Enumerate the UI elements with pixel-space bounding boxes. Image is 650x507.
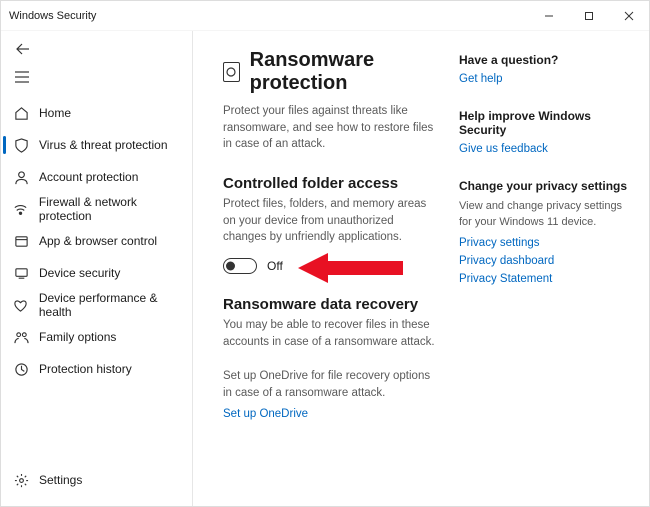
sidebar-item-label: Home — [39, 106, 71, 120]
page-title: Ransomware protection — [250, 49, 435, 95]
device-icon — [13, 265, 29, 281]
cfa-desc: Protect files, folders, and memory areas… — [223, 196, 435, 246]
family-icon — [13, 329, 29, 345]
annotation-arrow — [298, 248, 408, 288]
privacy-settings-link[interactable]: Privacy settings — [459, 237, 629, 249]
titlebar: Windows Security — [1, 1, 649, 31]
window-controls — [529, 1, 649, 30]
sidebar-item-label: Settings — [39, 473, 82, 487]
main-content: Ransomware protection Protect your files… — [193, 31, 649, 506]
privacy-dashboard-link[interactable]: Privacy dashboard — [459, 255, 629, 267]
privacy-statement-link[interactable]: Privacy Statement — [459, 273, 629, 285]
cfa-heading: Controlled folder access — [223, 175, 435, 192]
onedrive-desc: Set up OneDrive for file recovery option… — [223, 368, 435, 401]
sidebar-item-virus[interactable]: Virus & threat protection — [1, 129, 192, 161]
aside-question-heading: Have a question? — [459, 53, 629, 67]
close-button[interactable] — [609, 1, 649, 30]
sidebar-item-family[interactable]: Family options — [1, 321, 192, 353]
recovery-heading: Ransomware data recovery — [223, 296, 435, 313]
gear-icon — [13, 472, 29, 488]
aside: Have a question? Get help Help improve W… — [459, 49, 629, 496]
aside-privacy-desc: View and change privacy settings for you… — [459, 199, 629, 231]
cfa-toggle-state: Off — [267, 259, 283, 273]
sidebar-item-device-security[interactable]: Device security — [1, 257, 192, 289]
sidebar-item-label: App & browser control — [39, 234, 157, 248]
hamburger-button[interactable] — [1, 63, 192, 91]
ransomware-icon — [223, 62, 240, 82]
sidebar-item-label: Protection history — [39, 362, 132, 376]
cfa-toggle[interactable] — [223, 258, 257, 274]
sidebar-item-home[interactable]: Home — [1, 97, 192, 129]
sidebar-item-performance[interactable]: Device performance & health — [1, 289, 192, 321]
browser-icon — [13, 233, 29, 249]
sidebar-item-history[interactable]: Protection history — [1, 353, 192, 385]
shield-icon — [13, 137, 29, 153]
sidebar-item-label: Virus & threat protection — [39, 138, 168, 152]
heart-icon — [13, 297, 29, 313]
minimize-button[interactable] — [529, 1, 569, 30]
aside-privacy-heading: Change your privacy settings — [459, 179, 629, 193]
recovery-desc: You may be able to recover files in thes… — [223, 317, 435, 350]
sidebar-item-firewall[interactable]: Firewall & network protection — [1, 193, 192, 225]
sidebar-item-label: Family options — [39, 330, 116, 344]
get-help-link[interactable]: Get help — [459, 73, 629, 85]
sidebar-item-app-browser[interactable]: App & browser control — [1, 225, 192, 257]
onedrive-link[interactable]: Set up OneDrive — [223, 408, 308, 420]
nav-list: Home Virus & threat protection Account p… — [1, 97, 192, 464]
window-title: Windows Security — [9, 10, 96, 22]
section-cfa: Controlled folder access Protect files, … — [223, 175, 435, 274]
sidebar-item-label: Firewall & network protection — [39, 195, 192, 223]
sidebar-item-label: Device performance & health — [39, 291, 192, 319]
sidebar-item-settings[interactable]: Settings — [1, 464, 192, 496]
back-button[interactable] — [1, 35, 192, 63]
feedback-link[interactable]: Give us feedback — [459, 143, 629, 155]
sidebar-item-account[interactable]: Account protection — [1, 161, 192, 193]
maximize-button[interactable] — [569, 1, 609, 30]
section-recovery: Ransomware data recovery You may be able… — [223, 296, 435, 420]
sidebar: Home Virus & threat protection Account p… — [1, 31, 193, 506]
home-icon — [13, 105, 29, 121]
person-icon — [13, 169, 29, 185]
history-icon — [13, 361, 29, 377]
sidebar-item-label: Device security — [39, 266, 120, 280]
sidebar-item-label: Account protection — [39, 170, 138, 184]
aside-improve-heading: Help improve Windows Security — [459, 109, 629, 137]
page-intro: Protect your files against threats like … — [223, 103, 435, 153]
signal-icon — [13, 201, 29, 217]
